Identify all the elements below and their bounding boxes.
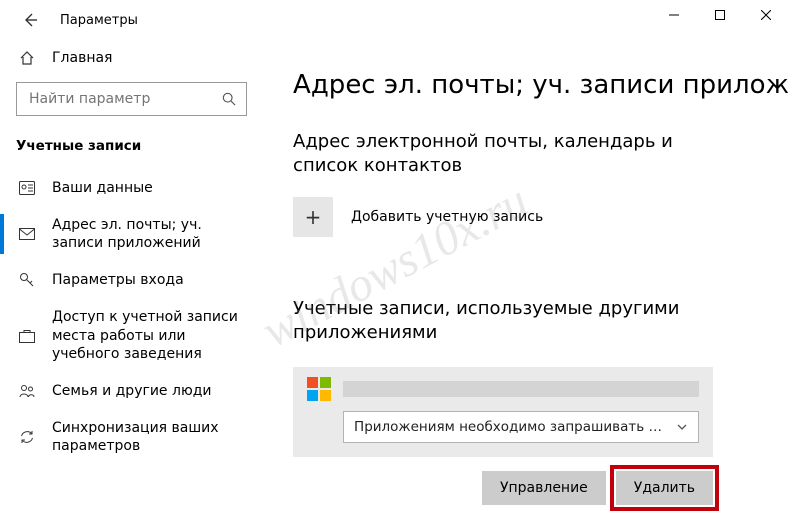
sidebar-item-label: Семья и другие люди: [52, 382, 245, 400]
sidebar: Главная Учетные записи Ваши данные Адрес…: [0, 40, 263, 531]
content: Адрес эл. почты; уч. записи прилож Адрес…: [263, 40, 789, 531]
close-icon: [761, 10, 771, 20]
microsoft-logo-icon: [307, 377, 331, 401]
action-row: Управление Удалить: [293, 471, 713, 505]
sidebar-item-email-accounts[interactable]: Адрес эл. почты; уч. записи приложений: [16, 208, 247, 260]
sidebar-item-label: Доступ к учетной записи места работы или…: [52, 308, 245, 363]
search-icon: [222, 92, 236, 106]
section-heading-other-apps: Учетные записи, используемые другими при…: [293, 297, 693, 346]
sidebar-item-label: Адрес эл. почты; уч. записи приложений: [52, 216, 245, 252]
sidebar-home[interactable]: Главная: [16, 40, 247, 76]
people-icon: [18, 384, 36, 398]
briefcase-icon: [18, 329, 36, 343]
maximize-button[interactable]: [697, 0, 743, 30]
sidebar-item-label: Ваши данные: [52, 179, 245, 197]
add-account-button[interactable]: + Добавить учетную запись: [293, 197, 789, 237]
home-icon: [18, 50, 36, 66]
chevron-down-icon: [676, 421, 688, 433]
minimize-icon: [669, 10, 679, 20]
search-input[interactable]: [27, 90, 222, 108]
window-title: Параметры: [60, 13, 138, 28]
arrow-left-icon: [22, 12, 38, 28]
close-button[interactable]: [743, 0, 789, 30]
title-bar: Параметры: [0, 0, 789, 40]
window-controls: [651, 0, 789, 30]
key-icon: [18, 272, 36, 288]
person-card-icon: [18, 181, 36, 195]
delete-button[interactable]: Удалить: [616, 471, 713, 505]
sync-icon: [18, 429, 36, 445]
manage-button[interactable]: Управление: [482, 471, 606, 505]
sidebar-nav: Ваши данные Адрес эл. почты; уч. записи …: [16, 168, 247, 463]
account-row: [307, 377, 699, 401]
sidebar-section-label: Учетные записи: [16, 138, 247, 154]
sidebar-item-label: Параметры входа: [52, 271, 245, 289]
page-title: Адрес эл. почты; уч. записи прилож: [293, 70, 789, 100]
sidebar-item-signin-options[interactable]: Параметры входа: [16, 260, 247, 300]
sidebar-home-label: Главная: [52, 50, 112, 66]
select-value: Приложениям необходимо запрашивать разре: [354, 419, 668, 435]
sidebar-item-your-info[interactable]: Ваши данные: [16, 168, 247, 208]
account-permission-select[interactable]: Приложениям необходимо запрашивать разре: [343, 411, 699, 443]
section-heading-email: Адрес электронной почты, календарь и спи…: [293, 130, 693, 179]
minimize-button[interactable]: [651, 0, 697, 30]
search-box[interactable]: [16, 82, 247, 116]
sidebar-item-label: Синхронизация ваших параметров: [52, 419, 245, 455]
plus-icon: +: [293, 197, 333, 237]
account-card[interactable]: Приложениям необходимо запрашивать разре: [293, 367, 713, 457]
back-button[interactable]: [18, 8, 42, 32]
add-account-label: Добавить учетную запись: [351, 209, 543, 225]
sidebar-item-work-access[interactable]: Доступ к учетной записи места работы или…: [16, 300, 247, 371]
account-name-redacted: [343, 381, 699, 397]
maximize-icon: [715, 10, 725, 20]
mail-icon: [18, 228, 36, 240]
sidebar-item-sync[interactable]: Синхронизация ваших параметров: [16, 411, 247, 463]
sidebar-item-family[interactable]: Семья и другие люди: [16, 371, 247, 411]
